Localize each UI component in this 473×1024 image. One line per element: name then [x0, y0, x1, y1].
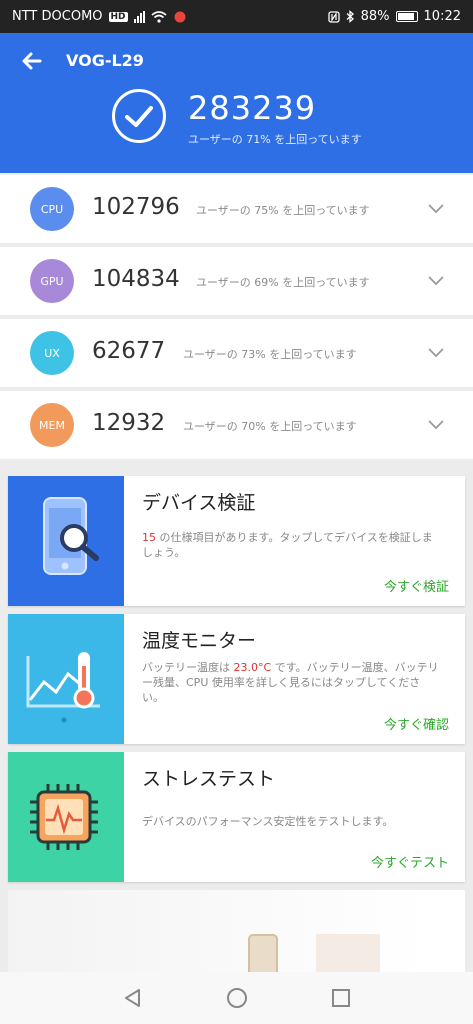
cpu-score: 102796 [92, 194, 180, 220]
score-row-ux[interactable]: UX 62677 ユーザーの 73% を上回っています [0, 319, 473, 387]
huawei-icon [174, 11, 186, 22]
ux-percentile: ユーザーの 73% を上回っています [183, 348, 357, 361]
carrier-label: NTT DOCOMO [12, 9, 103, 24]
chevron-down-icon[interactable] [427, 271, 445, 289]
ad-banner[interactable] [8, 890, 465, 980]
cpu-badge: CPU [30, 187, 74, 231]
phone-search-icon [43, 497, 99, 575]
stress-test-art [8, 752, 124, 882]
battery-icon [395, 11, 418, 22]
gpu-badge: GPU [30, 259, 74, 303]
gpu-score: 104834 [92, 266, 180, 292]
total-score: 283239 [188, 89, 317, 127]
clock: 10:22 [423, 9, 461, 24]
result-header: VOG-L29 283239 ユーザーの 71% を上回っています [0, 33, 473, 173]
stress-test-card[interactable]: ストレステスト デバイスのパフォーマンス安定性をテストします。 今すぐテスト [8, 752, 465, 882]
device-verify-title: デバイス検証 [142, 492, 256, 514]
score-row-mem[interactable]: MEM 12932 ユーザーの 70% を上回っています [0, 391, 473, 459]
bluetooth-icon [346, 10, 354, 23]
chip-pulse-icon [30, 784, 98, 850]
ad-edge [428, 890, 465, 980]
device-verify-desc: 15 の仕様項目があります。タップしてデバイスを検証しましょう。 [142, 531, 433, 559]
total-score-percentile: ユーザーの 71% を上回っています [188, 133, 362, 146]
battery-percent: 88% [360, 9, 390, 24]
test-now-button[interactable]: 今すぐテスト [371, 852, 449, 871]
status-bar: NTT DOCOMO HD 88% 10:22 [0, 0, 473, 33]
check-now-button[interactable]: 今すぐ確認 [384, 714, 449, 733]
mem-percentile: ユーザーの 70% を上回っています [183, 420, 357, 433]
verify-now-button[interactable]: 今すぐ検証 [384, 576, 449, 595]
system-nav-bar [0, 972, 473, 1024]
signal-icon [133, 10, 145, 23]
back-triangle-icon[interactable] [121, 986, 145, 1010]
cpu-percentile: ユーザーの 75% を上回っています [196, 204, 370, 217]
temperature-monitor-desc: バッテリー温度は 23.0°C です。バッテリー温度、バッテリー残量、CPU 使… [142, 661, 439, 704]
temperature-monitor-art [8, 614, 124, 744]
gpu-percentile: ユーザーの 69% を上回っています [196, 276, 370, 289]
hd-badge: HD [108, 11, 128, 22]
nfc-icon [327, 10, 340, 23]
score-row-cpu[interactable]: CPU 102796 ユーザーの 75% を上回っています [0, 175, 473, 243]
mem-score: 12932 [92, 410, 166, 436]
thermometer-chart-icon [26, 652, 100, 723]
home-circle-icon[interactable] [225, 986, 249, 1010]
back-arrow-icon[interactable] [18, 47, 46, 75]
chevron-down-icon[interactable] [427, 415, 445, 433]
score-row-gpu[interactable]: GPU 104834 ユーザーの 69% を上回っています [0, 247, 473, 315]
device-verify-card[interactable]: デバイス検証 15 の仕様項目があります。タップしてデバイスを検証しましょう。 … [8, 476, 465, 606]
recents-square-icon[interactable] [329, 986, 353, 1010]
temperature-monitor-title: 温度モニター [142, 630, 257, 652]
mem-badge: MEM [30, 403, 74, 447]
stress-test-desc: デバイスのパフォーマンス安定性をテストします。 [142, 815, 394, 828]
device-verify-art [8, 476, 124, 606]
chevron-down-icon[interactable] [427, 199, 445, 217]
device-name: VOG-L29 [66, 51, 144, 70]
check-icon [112, 89, 166, 143]
stress-test-title: ストレステスト [142, 768, 276, 790]
ux-score: 62677 [92, 338, 166, 364]
wifi-icon [151, 10, 167, 23]
ux-badge: UX [30, 331, 74, 375]
chevron-down-icon[interactable] [427, 343, 445, 361]
temperature-monitor-card[interactable]: 温度モニター バッテリー温度は 23.0°C です。バッテリー温度、バッテリー残… [8, 614, 465, 744]
